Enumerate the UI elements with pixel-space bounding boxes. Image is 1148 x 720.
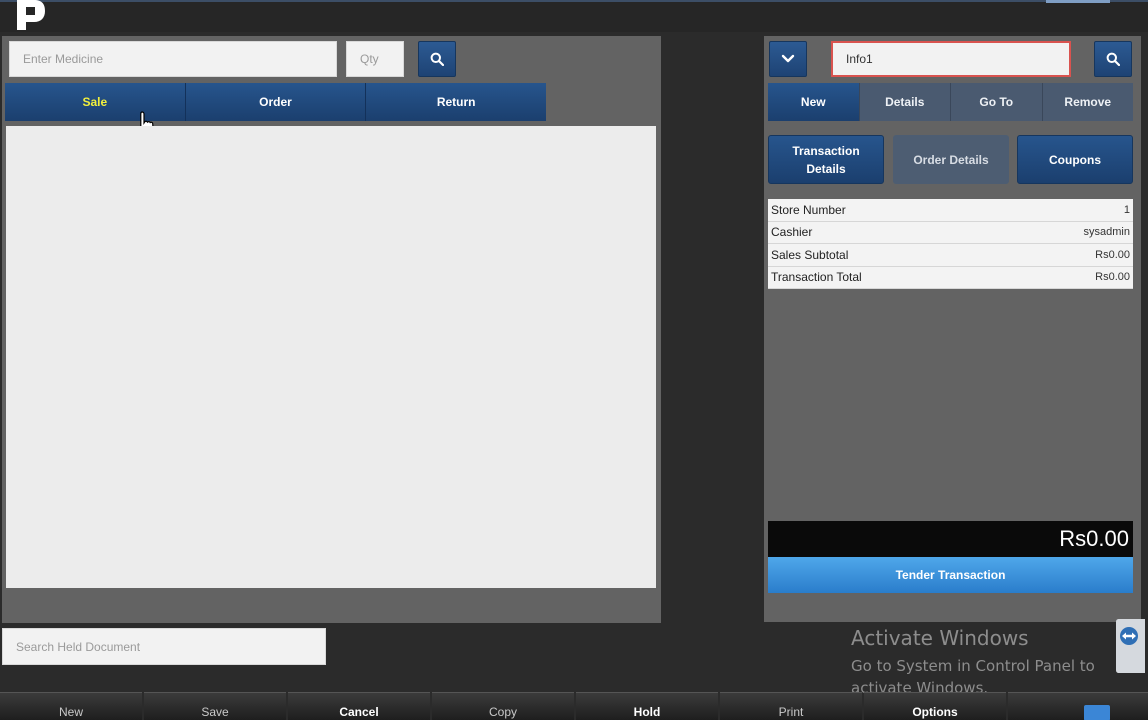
footer-hold-button[interactable]: Hold xyxy=(576,692,718,720)
transaction-details-label-line2: Details xyxy=(806,161,846,176)
summary-row: Transaction Total Rs0.00 xyxy=(768,267,1133,289)
quantity-input[interactable] xyxy=(346,41,404,77)
summary-row: Sales Subtotal Rs0.00 xyxy=(768,244,1133,267)
line-items-area[interactable] xyxy=(6,126,656,588)
chevron-down-icon xyxy=(781,54,795,63)
summary-label: Transaction Total xyxy=(771,270,862,285)
tab-remove[interactable]: Remove xyxy=(1042,83,1133,121)
coupons-button[interactable]: Coupons xyxy=(1017,135,1133,184)
tab-return[interactable]: Return xyxy=(366,83,547,121)
medicine-search-input[interactable] xyxy=(9,41,337,77)
tab-new[interactable]: New xyxy=(768,83,860,121)
info-search-button[interactable] xyxy=(1094,41,1132,77)
transaction-action-tabs: New Details Go To Remove xyxy=(768,83,1133,121)
transaction-summary-table: Store Number 1 Cashier sysadmin Sales Su… xyxy=(768,199,1133,289)
tender-transaction-button[interactable]: Tender Transaction xyxy=(768,557,1133,593)
search-icon xyxy=(430,52,444,66)
brand-badge-icon xyxy=(1084,705,1110,720)
tab-details[interactable]: Details xyxy=(859,83,951,121)
order-details-button[interactable]: Order Details xyxy=(893,135,1009,184)
activate-windows-title: Activate Windows xyxy=(851,626,1029,650)
top-bar-line xyxy=(0,0,1148,2)
top-bar-accent xyxy=(1046,0,1110,3)
footer-cancel-button[interactable]: Cancel xyxy=(288,692,430,720)
summary-value: Rs0.00 xyxy=(1095,248,1130,261)
transaction-details-label-line1: Transaction xyxy=(792,143,860,158)
footer-save-button[interactable]: Save xyxy=(144,692,286,720)
medicine-search-button[interactable] xyxy=(418,41,456,77)
summary-row: Store Number 1 xyxy=(768,199,1133,222)
footer-print-button[interactable]: Print xyxy=(720,692,862,720)
tab-go-to[interactable]: Go To xyxy=(951,83,1043,121)
footer-options-button[interactable]: Options xyxy=(864,692,1006,720)
tab-sale[interactable]: Sale xyxy=(5,83,186,121)
tab-order[interactable]: Order xyxy=(185,83,367,121)
summary-label: Sales Subtotal xyxy=(771,247,849,262)
summary-label: Store Number xyxy=(771,202,846,217)
transaction-details-button[interactable]: Transaction Details xyxy=(768,135,884,184)
footer-toolbar: New Save Cancel Copy Hold Print Options xyxy=(0,692,1148,720)
top-bar xyxy=(0,0,1148,32)
summary-value: sysadmin xyxy=(1083,226,1130,239)
teamviewer-icon[interactable] xyxy=(1115,617,1145,673)
app-logo-icon xyxy=(17,0,45,30)
summary-row: Cashier sysadmin xyxy=(768,222,1133,244)
footer-brand-logo xyxy=(1008,692,1148,720)
info-input[interactable] xyxy=(831,41,1071,77)
transaction-type-tabs: Sale Order Return xyxy=(5,83,547,121)
summary-value: 1 xyxy=(1123,203,1130,216)
search-icon xyxy=(1106,52,1120,66)
transaction-total-display: Rs0.00 xyxy=(768,521,1133,557)
summary-value: Rs0.00 xyxy=(1095,271,1130,284)
footer-copy-button[interactable]: Copy xyxy=(432,692,574,720)
footer-new-button[interactable]: New xyxy=(0,692,142,720)
held-document-search-input[interactable] xyxy=(2,628,326,665)
summary-label: Cashier xyxy=(771,225,813,240)
info-dropdown-button[interactable] xyxy=(769,41,807,77)
